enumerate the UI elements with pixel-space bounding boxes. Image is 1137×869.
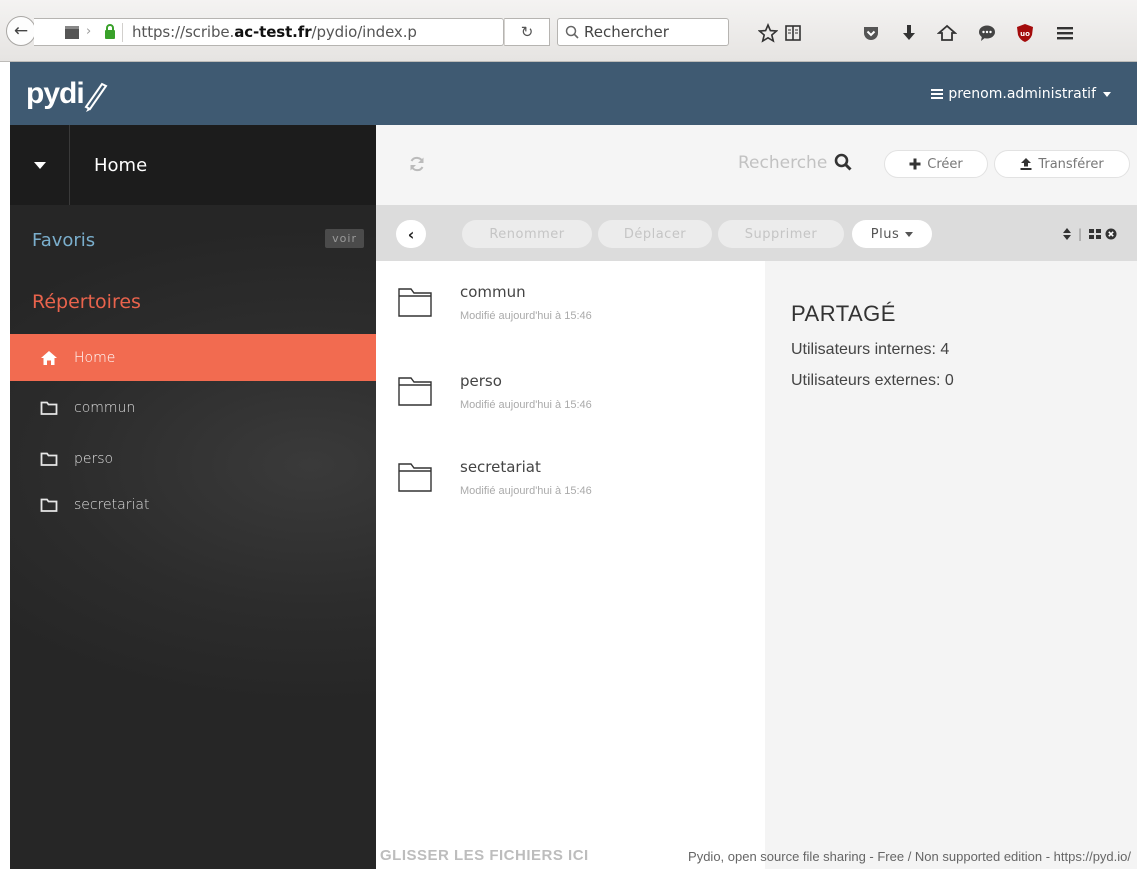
logo-icon: pydi: [26, 77, 108, 112]
footer: GLISSER LES FICHIERS ICI Pydio, open sou…: [376, 845, 1137, 869]
lock-icon[interactable]: [104, 24, 116, 39]
info-title: PARTAGÉ: [791, 301, 896, 326]
view-controls: |: [1062, 227, 1117, 241]
file-name: commun: [460, 283, 526, 301]
list-item[interactable]: commun Modifié aujourd'hui à 15:46: [376, 261, 765, 349]
sidebar-item-label: secretariat: [74, 496, 150, 513]
list-item[interactable]: perso Modifié aujourd'hui à 15:46: [376, 350, 765, 438]
drop-zone-hint: GLISSER LES FICHIERS ICI: [380, 847, 589, 864]
favorites-heading: Favoris: [32, 230, 96, 251]
upload-label: Transférer: [1038, 156, 1104, 172]
sidebar: Home Favoris voir Répertoires Home commu…: [10, 125, 376, 869]
home-icon[interactable]: [934, 20, 960, 46]
caret-down-icon: [905, 231, 914, 237]
refresh-icon[interactable]: [408, 155, 426, 173]
repositories-heading: Répertoires: [32, 291, 141, 313]
sort-icon[interactable]: [1062, 228, 1071, 240]
footer-credit[interactable]: Pydio, open source file sharing - Free /…: [688, 849, 1131, 864]
url-text[interactable]: https://scribe.ac-test.fr/pydio/index.p: [132, 23, 417, 41]
upload-button[interactable]: Transférer: [994, 150, 1130, 178]
svg-text:uo: uo: [1020, 30, 1030, 38]
workspace-bar: Home: [10, 125, 376, 205]
reload-icon[interactable]: ↻: [504, 18, 550, 46]
url-separator: [122, 23, 123, 42]
caret-down-icon: [1103, 91, 1111, 97]
more-button[interactable]: Plus: [852, 220, 932, 248]
sidebar-item-commun[interactable]: commun: [10, 384, 376, 431]
sidebar-item-label: perso: [74, 450, 114, 467]
ublock-icon[interactable]: uo: [1012, 20, 1038, 46]
move-button[interactable]: Déplacer: [598, 220, 712, 248]
file-list: commun Modifié aujourd'hui à 15:46 perso…: [376, 261, 765, 869]
external-users-count: Utilisateurs externes: 0: [791, 372, 954, 389]
file-name: perso: [460, 372, 502, 390]
hamburger-icon: [931, 89, 944, 99]
sidebar-item-perso[interactable]: perso: [10, 435, 376, 482]
main-toolbar: Recherche Créer Transférer: [376, 125, 1137, 205]
file-name: secretariat: [460, 458, 541, 476]
sidebar-item-secretariat[interactable]: secretariat: [10, 481, 376, 528]
url-bar[interactable]: › https://scribe.ac-test.fr/pydio/index.…: [34, 18, 504, 46]
app-header: pydi prenom.administratif: [10, 62, 1137, 125]
create-label: Créer: [927, 156, 963, 172]
search-icon[interactable]: [834, 153, 852, 171]
browser-search-placeholder: Rechercher: [584, 23, 669, 41]
user-menu[interactable]: prenom.administratif: [931, 86, 1111, 102]
reading-list-icon[interactable]: [780, 20, 806, 46]
pydio-logo[interactable]: pydi: [24, 74, 134, 114]
svg-text:pydi: pydi: [26, 77, 84, 110]
chevron-left-icon[interactable]: ‹: [396, 220, 426, 248]
file-modified: Modifié aujourd'hui à 15:46: [460, 310, 592, 322]
menu-icon[interactable]: [1052, 20, 1078, 46]
user-name: prenom.administratif: [948, 86, 1096, 102]
more-label: Plus: [870, 226, 900, 242]
page-info-icon[interactable]: [64, 23, 80, 41]
browser-toolbar: ← › https://scribe.ac-test.fr/pydio/inde…: [0, 0, 1137, 62]
chat-icon[interactable]: [974, 20, 1000, 46]
workspace-title[interactable]: Home: [94, 155, 147, 176]
delete-button[interactable]: Supprimer: [718, 220, 844, 248]
workspace-toggle[interactable]: [10, 125, 70, 205]
sidebar-item-label: Home: [74, 349, 116, 366]
folder-icon: [40, 401, 58, 415]
pocket-icon[interactable]: [858, 20, 884, 46]
plus-icon: [909, 158, 921, 170]
search-label[interactable]: Recherche: [738, 153, 827, 173]
folder-icon: [398, 377, 432, 406]
folder-icon: [40, 498, 58, 512]
create-button[interactable]: Créer: [884, 150, 988, 178]
file-modified: Modifié aujourd'hui à 15:46: [460, 399, 592, 411]
sidebar-item-label: commun: [74, 399, 136, 416]
rename-button[interactable]: Renommer: [462, 220, 592, 248]
chevron-down-icon: [33, 161, 46, 169]
favorites-view-button[interactable]: voir: [325, 229, 364, 248]
identity-arrow-icon: ›: [86, 24, 92, 39]
close-circle-icon[interactable]: [1105, 228, 1117, 240]
grid-view-icon[interactable]: [1089, 229, 1101, 239]
view-separator: |: [1077, 227, 1082, 241]
folder-icon: [40, 452, 58, 466]
folder-icon: [398, 463, 432, 492]
bookmark-star-icon[interactable]: [755, 20, 781, 46]
internal-users-count: Utilisateurs internes: 4: [791, 341, 950, 358]
home-icon: [41, 350, 57, 365]
action-bar: ‹ Renommer Déplacer Supprimer Plus |: [376, 205, 1137, 261]
back-icon[interactable]: ←: [6, 16, 36, 46]
file-modified: Modifié aujourd'hui à 15:46: [460, 485, 592, 497]
folder-icon: [398, 288, 432, 317]
info-panel: PARTAGÉ Utilisateurs internes: 4 Utilisa…: [765, 261, 1137, 869]
sidebar-item-home[interactable]: Home: [10, 334, 376, 381]
upload-icon: [1020, 158, 1032, 170]
download-icon[interactable]: [896, 20, 922, 46]
browser-search-input[interactable]: Rechercher: [557, 18, 729, 46]
list-item[interactable]: secretariat Modifié aujourd'hui à 15:46: [376, 436, 765, 524]
url-domain: ac-test.fr: [234, 23, 312, 41]
search-icon: [565, 25, 579, 39]
